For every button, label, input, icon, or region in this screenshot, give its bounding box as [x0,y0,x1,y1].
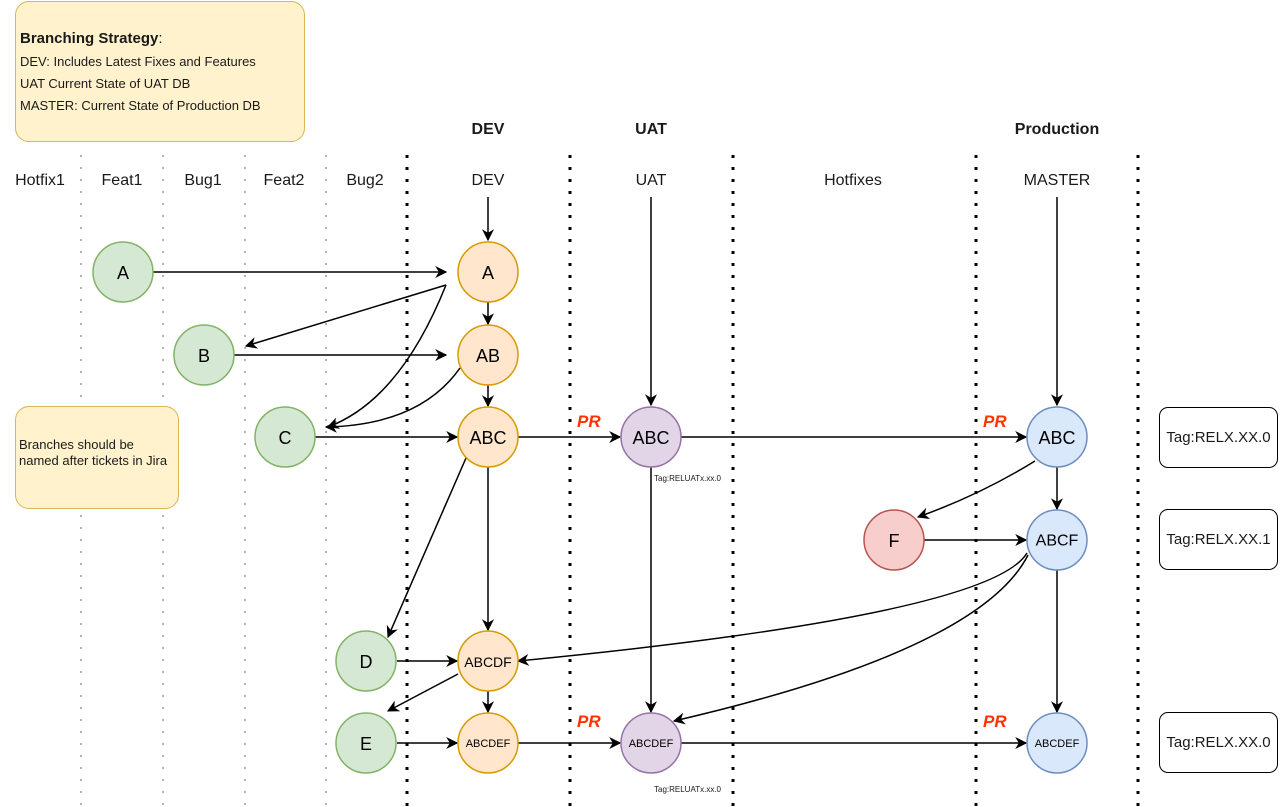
lane-dev: DEV [471,172,505,189]
release-tag: Tag:RELX.XX.0 [1159,712,1278,773]
node-label: D [360,652,373,672]
node-label: A [117,263,129,283]
node-dev-abc[interactable]: ABC [457,406,519,468]
pr-label: PR [577,412,601,431]
node-label: AB [476,346,500,366]
header-production: Production [1014,121,1100,138]
release-tag: Tag:RELX.XX.0 [1159,407,1278,468]
node-label: ABCDEF [1035,738,1080,750]
strategy-title: Branching Strategy: [20,30,163,47]
node-label: ABCF [1036,533,1079,550]
branch-naming-note: Branches should be named after tickets i… [15,406,179,509]
pr-label: PR [983,412,1007,431]
node-master-abcdef[interactable]: ABCDEF [1026,712,1088,774]
node-master-abcf[interactable]: ABCF [1026,509,1088,571]
lane-hotfixes: Hotfixes [824,172,882,189]
edges [153,197,1063,749]
branching-strategy-note: Branching Strategy: DEV: Includes Latest… [15,1,305,142]
strategy-line-uat: UAT Current State of UAT DB [20,76,191,91]
lane-bug2: Bug2 [346,172,384,189]
node-label: A [482,263,494,283]
node-hotfix-f[interactable]: F [863,509,925,571]
header-uat: UAT [635,121,667,138]
lane-uat: UAT [635,172,667,189]
node-dev-a[interactable]: A [457,241,519,303]
node-label: ABC [1038,428,1075,448]
node-bug2-e[interactable]: E [335,712,397,774]
strategy-line-dev: DEV: Includes Latest Fixes and Features [20,54,256,69]
edge-dev-a-to-feat2 [326,284,447,429]
node-label: ABC [632,428,669,448]
node-label: ABC [469,428,506,448]
uat-tag: Tag:RELUATx.xx.0 [654,785,721,794]
pr-label: PR [577,712,601,731]
node-uat-abcdef[interactable]: ABCDEF [620,712,682,774]
node-dev-abcdef[interactable]: ABCDEF [457,712,519,774]
strategy-line-master: MASTER: Current State of Production DB [20,98,261,113]
node-label: ABCDEF [629,738,674,750]
pr-label: PR [983,712,1007,731]
node-label: E [360,734,372,754]
node-dev-ab[interactable]: AB [457,324,519,386]
node-label: B [198,346,210,366]
header-dev: DEV [471,121,505,138]
edge-dev-abc-to-bug2-d [386,457,467,639]
node-label: ABCDF [464,654,511,670]
node-bug1-b[interactable]: B [173,324,235,386]
nodes: A B C D E A AB ABC ABCDF ABCDEF ABC ABCD… [92,241,1088,774]
node-feat1-a[interactable]: A [92,241,154,303]
node-label: F [889,531,900,551]
environment-separators [405,155,1140,807]
node-dev-abcdf[interactable]: ABCDF [457,630,519,692]
node-uat-abc[interactable]: ABC [620,406,682,468]
node-label: ABCDEF [466,738,511,750]
node-feat2-c[interactable]: C [254,406,316,468]
edge-dev-abcdf-to-bug2-e [386,673,459,712]
uat-tag: Tag:RELUATx.xx.0 [654,474,721,483]
release-tag: Tag:RELX.XX.1 [1159,509,1278,570]
node-master-abc[interactable]: ABC [1026,406,1088,468]
lane-master: MASTER [1023,172,1091,189]
edge-master-abcf-to-dev [516,552,1028,666]
node-label: C [279,428,292,448]
edge-dev-a-to-bug1 [244,284,447,349]
node-bug2-d[interactable]: D [335,630,397,692]
